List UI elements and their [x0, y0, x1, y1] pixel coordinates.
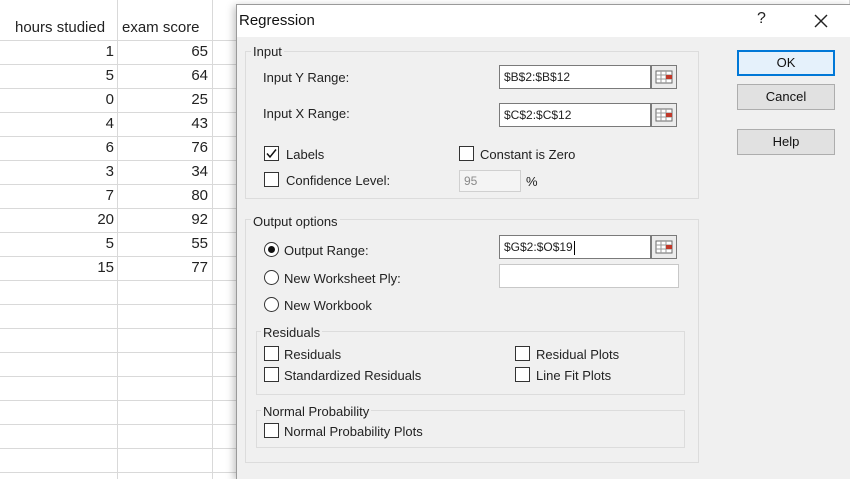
checkmark-icon [266, 149, 277, 159]
header-cell-score[interactable]: exam score [122, 16, 200, 40]
table-cell[interactable]: 77 [118, 256, 208, 280]
standardized-residuals-checkbox[interactable] [264, 367, 279, 382]
constant-is-zero-checkbox[interactable] [459, 146, 474, 161]
table-cell[interactable]: 0 [20, 88, 114, 112]
residuals-group [256, 331, 685, 395]
table-cell[interactable]: 7 [20, 184, 114, 208]
residuals-label: Residuals [284, 347, 342, 362]
labels-checkbox[interactable] [264, 146, 279, 161]
confidence-level-label: Confidence Level: [286, 173, 391, 188]
row-divider [0, 400, 236, 401]
output-range-label: Output Range: [284, 243, 369, 258]
dialog-title: Regression [239, 12, 315, 29]
output-range-radio[interactable] [264, 242, 279, 257]
input-y-range-field[interactable]: $B$2:$B$12 [499, 65, 651, 89]
line-fit-plots-checkbox[interactable] [515, 367, 530, 382]
table-cell[interactable]: 25 [118, 88, 208, 112]
dialog-titlebar[interactable]: Regression ? [237, 5, 850, 37]
row-divider [0, 424, 236, 425]
labels-label: Labels [286, 147, 325, 162]
table-cell[interactable]: 34 [118, 160, 208, 184]
confidence-level-checkbox[interactable] [264, 172, 279, 187]
header-cell-hours[interactable]: hours studied [15, 16, 105, 40]
table-cell[interactable]: 92 [118, 208, 208, 232]
table-cell[interactable]: 43 [118, 112, 208, 136]
residual-plots-checkbox[interactable] [515, 346, 530, 361]
table-cell[interactable]: 3 [20, 160, 114, 184]
row-divider [0, 352, 236, 353]
table-cell[interactable]: 4 [20, 112, 114, 136]
table-cell[interactable]: 1 [20, 40, 114, 64]
new-workbook-radio[interactable] [264, 297, 279, 312]
table-cell[interactable]: 65 [118, 40, 208, 64]
table-cell[interactable]: 6 [20, 136, 114, 160]
range-selector-icon[interactable] [651, 103, 677, 127]
new-workbook-label: New Workbook [284, 298, 372, 313]
table-cell[interactable]: 64 [118, 64, 208, 88]
close-icon[interactable] [809, 9, 833, 33]
percent-unit: % [526, 174, 538, 189]
row-divider [0, 328, 236, 329]
range-selector-icon[interactable] [651, 65, 677, 89]
line-fit-plots-label: Line Fit Plots [536, 368, 612, 383]
residuals-checkbox[interactable] [264, 346, 279, 361]
output-range-field[interactable]: $G$2:$O$19 [499, 235, 651, 259]
regression-dialog: Regression ? Input Input Y Range: $B$2:$… [236, 4, 850, 479]
table-cell[interactable]: 5 [20, 232, 114, 256]
table-cell[interactable]: 20 [20, 208, 114, 232]
normal-probability-legend: Normal Probability [261, 404, 372, 419]
normal-probability-plots-label: Normal Probability Plots [284, 424, 423, 439]
row-divider [0, 376, 236, 377]
row-divider [0, 472, 236, 473]
residual-plots-label: Residual Plots [536, 347, 620, 362]
help-question-icon[interactable]: ? [757, 10, 766, 28]
range-selector-icon[interactable] [651, 235, 677, 259]
input-y-range-label: Input Y Range: [263, 70, 350, 85]
table-cell[interactable]: 76 [118, 136, 208, 160]
normal-probability-plots-checkbox[interactable] [264, 423, 279, 438]
row-divider [0, 280, 236, 281]
confidence-level-field[interactable]: 95 [459, 170, 521, 192]
new-worksheet-radio[interactable] [264, 270, 279, 285]
table-cell[interactable]: 80 [118, 184, 208, 208]
constant-is-zero-label: Constant is Zero [480, 147, 576, 162]
standardized-residuals-label: Standardized Residuals [284, 368, 422, 383]
input-group-legend: Input [251, 44, 284, 59]
table-cell[interactable]: 5 [20, 64, 114, 88]
row-divider [0, 448, 236, 449]
cancel-button[interactable]: Cancel [737, 84, 835, 110]
input-x-range-label: Input X Range: [263, 106, 350, 121]
output-options-legend: Output options [251, 214, 340, 229]
row-divider [0, 304, 236, 305]
new-worksheet-label: New Worksheet Ply: [284, 271, 401, 286]
help-button[interactable]: Help [737, 129, 835, 155]
table-cell[interactable]: 15 [20, 256, 114, 280]
residuals-legend: Residuals [261, 325, 323, 340]
ok-button[interactable]: OK [737, 50, 835, 76]
new-worksheet-field[interactable] [499, 264, 679, 288]
column-divider [212, 0, 213, 479]
input-x-range-field[interactable]: $C$2:$C$12 [499, 103, 651, 127]
table-cell[interactable]: 55 [118, 232, 208, 256]
